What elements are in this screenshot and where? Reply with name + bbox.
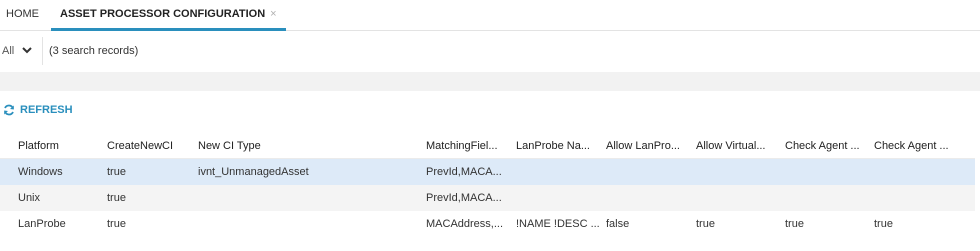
table-cell (696, 159, 780, 185)
table-cell: true (785, 218, 804, 230)
filter-dropdown[interactable]: All (0, 37, 43, 65)
table-cell (198, 211, 420, 237)
table-cell: ivnt_UnmanagedAsset (198, 166, 309, 178)
table-cell (606, 159, 690, 185)
column-header-platform[interactable]: Platform (18, 134, 102, 159)
filter-selected-value: All (2, 45, 15, 57)
table-row[interactable]: Windows true ivnt_UnmanagedAsset PrevId,… (0, 159, 975, 185)
table-cell: true (107, 166, 126, 178)
table-cell: !NAME !DESC ... (516, 218, 600, 230)
table-cell: true (107, 192, 126, 204)
toolbar-band (0, 72, 980, 91)
column-header-createnewci[interactable]: CreateNewCI (107, 134, 193, 159)
table-cell (874, 185, 964, 211)
tab-label: ASSET PROCESSOR CONFIGURATION (60, 8, 266, 20)
table-cell: PrevId,MACA... (426, 166, 502, 178)
table-cell: true (107, 218, 126, 230)
filter-bar: All (3 search records) (0, 33, 980, 69)
table-cell (606, 185, 690, 211)
table-cell (516, 185, 600, 211)
grid-header: Platform CreateNewCI New CI Type Matchin… (0, 134, 975, 159)
table-row[interactable]: LanProbe true MACAddress,... !NAME !DESC… (0, 211, 975, 237)
column-header-new-ci-type[interactable]: New CI Type (198, 134, 420, 159)
table-cell: Unix (18, 192, 41, 204)
table-cell: LanProbe (18, 218, 66, 230)
table-row[interactable]: Unix true PrevId,MACA... (0, 185, 975, 211)
tab-home[interactable]: HOME (6, 0, 39, 30)
column-header-allow-lanprobe[interactable]: Allow LanPro... (606, 134, 690, 159)
table-cell: MACAddress,... (426, 218, 504, 230)
table-cell: true (696, 218, 715, 230)
table-cell (696, 185, 780, 211)
column-header-check-agent-2[interactable]: Check Agent ... (874, 134, 964, 159)
data-grid: Platform CreateNewCI New CI Type Matchin… (0, 134, 975, 237)
column-header-check-agent-1[interactable]: Check Agent ... (785, 134, 869, 159)
column-header-matchingfields[interactable]: MatchingFiel... (426, 134, 510, 159)
tab-bar: HOME ASSET PROCESSOR CONFIGURATION × (0, 0, 980, 31)
close-icon[interactable]: × (270, 8, 276, 20)
refresh-icon (4, 104, 14, 116)
table-cell: true (874, 218, 893, 230)
column-header-allow-virtual[interactable]: Allow Virtual... (696, 134, 780, 159)
table-cell: PrevId,MACA... (426, 192, 502, 204)
table-cell: Windows (18, 166, 63, 178)
table-cell (516, 159, 600, 185)
record-count: (3 search records) (49, 45, 139, 57)
refresh-button[interactable]: REFRESH (3, 103, 73, 117)
tab-asset-processor-configuration[interactable]: ASSET PROCESSOR CONFIGURATION × (51, 0, 286, 31)
refresh-label: REFRESH (20, 104, 73, 116)
table-cell (785, 159, 869, 185)
table-cell (874, 159, 964, 185)
chevron-down-icon (22, 47, 32, 54)
table-cell (198, 185, 420, 211)
table-cell: false (606, 218, 630, 230)
table-cell (785, 185, 869, 211)
column-header-lanprobe-name[interactable]: LanProbe Na... (516, 134, 600, 159)
